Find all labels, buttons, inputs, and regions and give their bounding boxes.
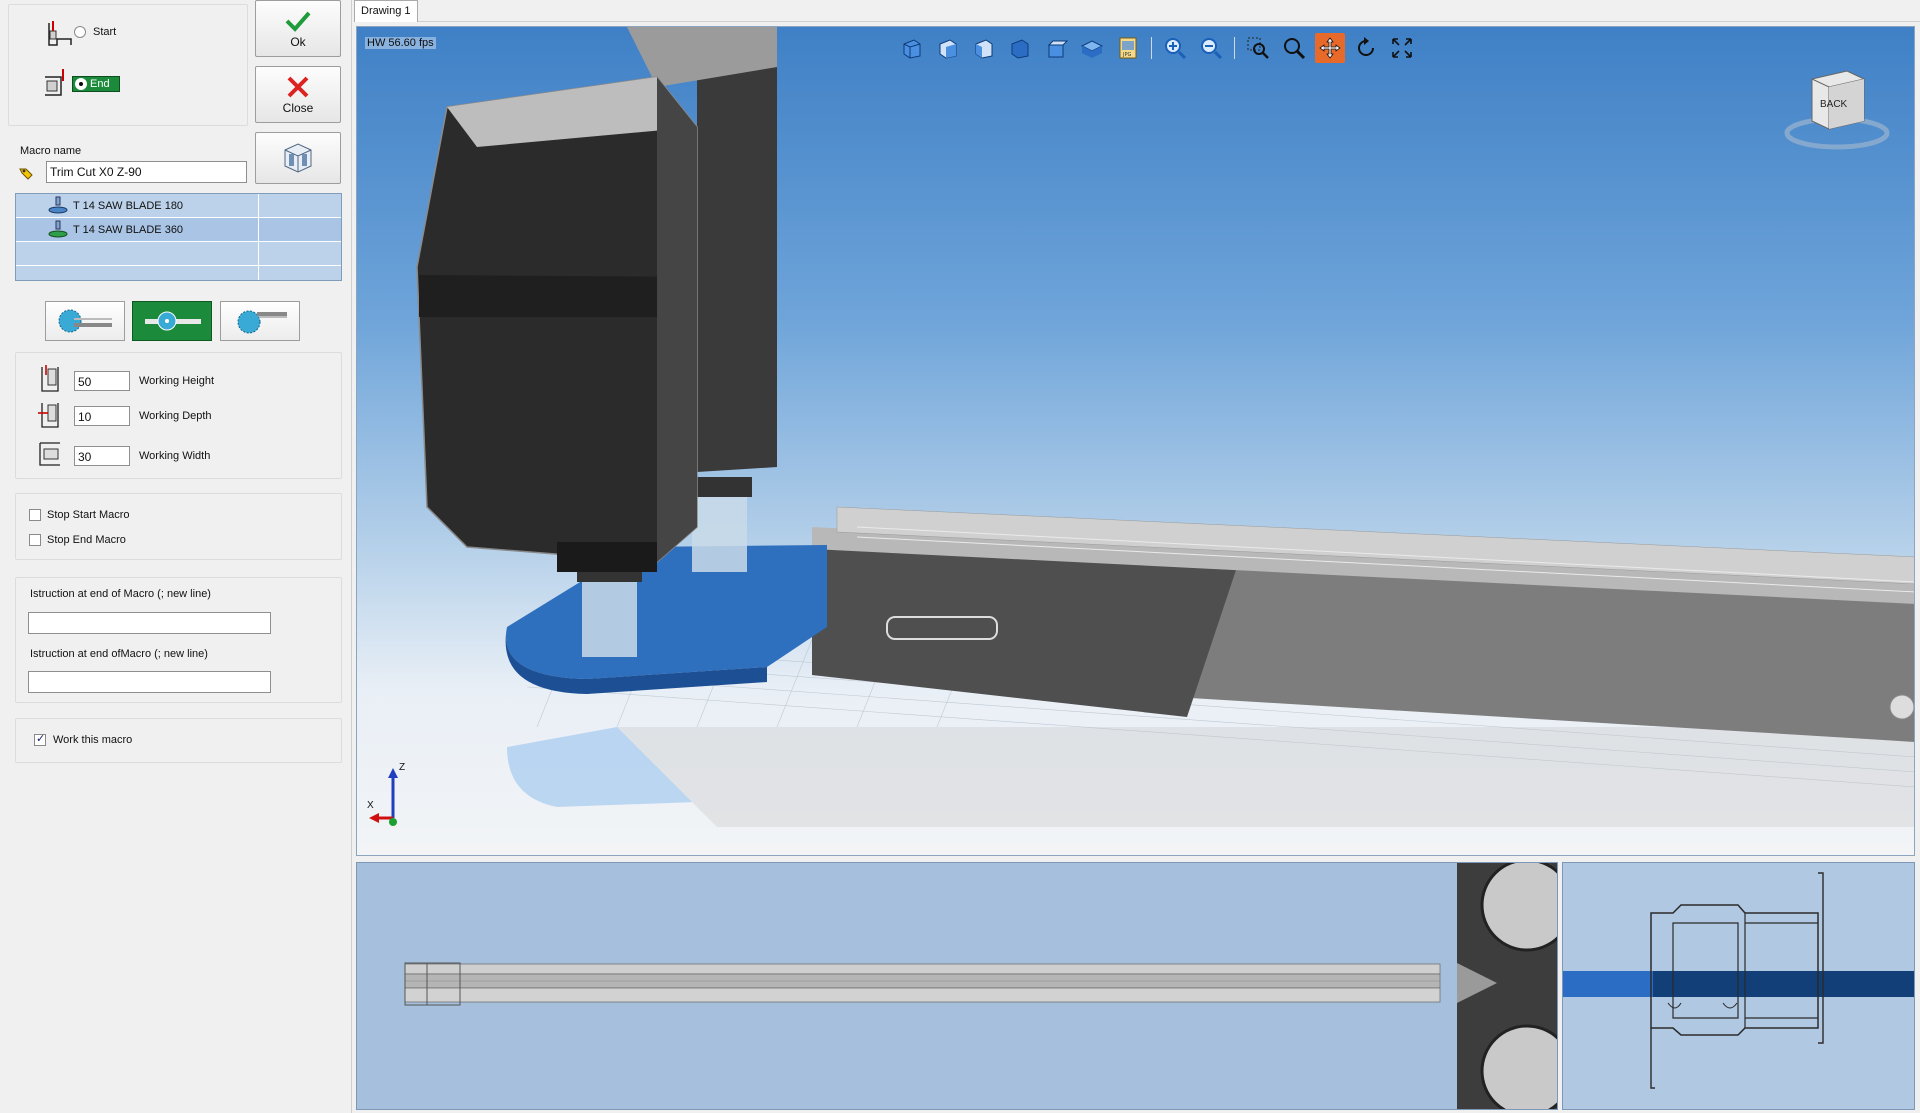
profile-box-icon: [284, 143, 312, 173]
instruction-2-label: Istruction at end ofMacro (; new line): [30, 648, 208, 660]
working-depth-icon: [38, 403, 59, 428]
start-label: Start: [93, 26, 117, 38]
macro-panel: Start End Ok Close Macro name Trim Cut X…: [0, 0, 352, 1113]
work-this-macro-label: Work this macro: [53, 734, 133, 746]
saw-cut-right-icon: [237, 310, 287, 334]
section-view[interactable]: [1562, 862, 1915, 1110]
tool-row-360[interactable]: T 14 SAW BLADE 360: [16, 218, 341, 242]
saw-cut-center-icon: [145, 311, 201, 331]
stop-start-macro-checkbox[interactable]: [29, 509, 41, 521]
saw-blade-icon: [48, 220, 68, 238]
axis-z-label: Z: [399, 762, 406, 773]
view-toolbar: JPG: [897, 33, 1417, 63]
macro-name-label: Macro name: [20, 145, 82, 157]
zoom-icon[interactable]: [1279, 33, 1309, 63]
view-right-icon[interactable]: [933, 33, 963, 63]
ok-button[interactable]: Ok: [255, 0, 341, 57]
stop-options-group: Stop Start Macro Stop End Macro: [15, 493, 342, 560]
tool-row-180[interactable]: T 14 SAW BLADE 180: [16, 194, 341, 218]
reflection: [507, 727, 1914, 827]
svg-text:JPG: JPG: [1122, 52, 1131, 58]
working-depth-label: Working Depth: [139, 410, 212, 422]
end-label: End: [90, 78, 110, 90]
tool-row-empty: [16, 242, 341, 266]
aluminium-profile: [812, 506, 1914, 742]
work-this-macro-checkbox[interactable]: [34, 732, 46, 746]
toolbar-separator: [1151, 37, 1152, 59]
fps-readout: HW 56.60 fps: [365, 37, 436, 49]
side-view-drawing: [404, 863, 1557, 1109]
view-top-icon[interactable]: [1041, 33, 1071, 63]
start-position-icon: [48, 21, 72, 46]
toolbar-separator: [1234, 37, 1235, 59]
tool-label-360: T 14 SAW BLADE 360: [73, 224, 184, 236]
tab-drawing-1[interactable]: Drawing 1: [354, 0, 418, 22]
stop-end-macro-checkbox[interactable]: [29, 534, 41, 546]
viewport-3d[interactable]: HW 56.60 fps JPG BACK Z X: [356, 26, 1915, 856]
instruction-1-label: Istruction at end of Macro (; new line): [30, 588, 211, 600]
tool-column-divider: [258, 218, 259, 241]
cut-mode-right-button[interactable]: [220, 301, 300, 341]
close-label: Close: [282, 100, 314, 115]
tool-column-divider: [258, 242, 259, 265]
profile-box-button[interactable]: [255, 132, 341, 184]
zoom-window-icon[interactable]: [1243, 33, 1273, 63]
close-icon: [287, 76, 309, 97]
cut-mode-left-button[interactable]: [45, 301, 125, 341]
macro-tag-icon: [19, 168, 33, 180]
saw-blade-plate: [505, 545, 827, 694]
working-depth-input[interactable]: 10: [74, 406, 130, 426]
saw-cut-left-icon: [58, 309, 112, 333]
axis-triad: Z X: [367, 762, 427, 832]
work-macro-group: Work this macro: [15, 718, 342, 763]
tool-label-180: T 14 SAW BLADE 180: [73, 200, 184, 212]
rotate-icon[interactable]: [1351, 33, 1381, 63]
start-end-group: Start End: [8, 4, 248, 126]
tool-list[interactable]: T 14 SAW BLADE 180 T 14 SAW BLADE 360: [15, 193, 342, 281]
view-left-icon[interactable]: [969, 33, 999, 63]
view-front-icon[interactable]: [897, 33, 927, 63]
working-width-label: Working Width: [139, 450, 211, 462]
pan-icon[interactable]: [1315, 33, 1345, 63]
macro-name-input[interactable]: Trim Cut X0 Z-90: [46, 161, 247, 183]
end-radio-wrap[interactable]: End: [72, 76, 120, 92]
view-iso-icon[interactable]: [1077, 33, 1107, 63]
instruction-1-input[interactable]: [28, 612, 271, 634]
side-view[interactable]: [356, 862, 1558, 1110]
viewcube[interactable]: BACK: [1782, 61, 1892, 153]
export-jpg-icon[interactable]: JPG: [1113, 33, 1143, 63]
view-back-icon[interactable]: [1005, 33, 1035, 63]
close-button[interactable]: Close: [255, 66, 341, 123]
tab-strip: [354, 0, 1920, 22]
stop-end-macro-label: Stop End Macro: [47, 534, 126, 546]
tool-column-divider: [258, 194, 259, 217]
cut-mode-center-button[interactable]: [132, 301, 212, 341]
working-width-input[interactable]: 30: [74, 446, 130, 466]
zoom-in-icon[interactable]: [1160, 33, 1190, 63]
working-height-input[interactable]: 50: [74, 371, 130, 391]
instruction-2-input[interactable]: [28, 671, 271, 693]
viewcube-face-label: BACK: [1820, 99, 1848, 110]
instructions-group: Istruction at end of Macro (; new line) …: [15, 577, 342, 703]
stop-start-macro-label: Stop Start Macro: [47, 509, 130, 521]
working-params-group: 50 Working Height 10 Working Depth 30 Wo…: [15, 352, 342, 479]
axis-x-label: X: [367, 800, 374, 811]
working-height-icon: [41, 365, 59, 392]
tool-column-divider: [258, 266, 259, 280]
fit-all-icon[interactable]: [1387, 33, 1417, 63]
end-radio[interactable]: [75, 78, 87, 90]
machine-scene: [416, 27, 1914, 827]
section-view-drawing: [1563, 872, 1914, 1089]
saw-blade-icon: [48, 196, 68, 214]
start-radio[interactable]: [74, 26, 86, 38]
zoom-out-icon[interactable]: [1196, 33, 1226, 63]
working-height-label: Working Height: [139, 375, 214, 387]
working-width-icon: [39, 442, 60, 466]
checkmark-icon: [285, 11, 311, 32]
tool-row-empty: [16, 266, 341, 280]
ok-label: Ok: [290, 34, 306, 49]
